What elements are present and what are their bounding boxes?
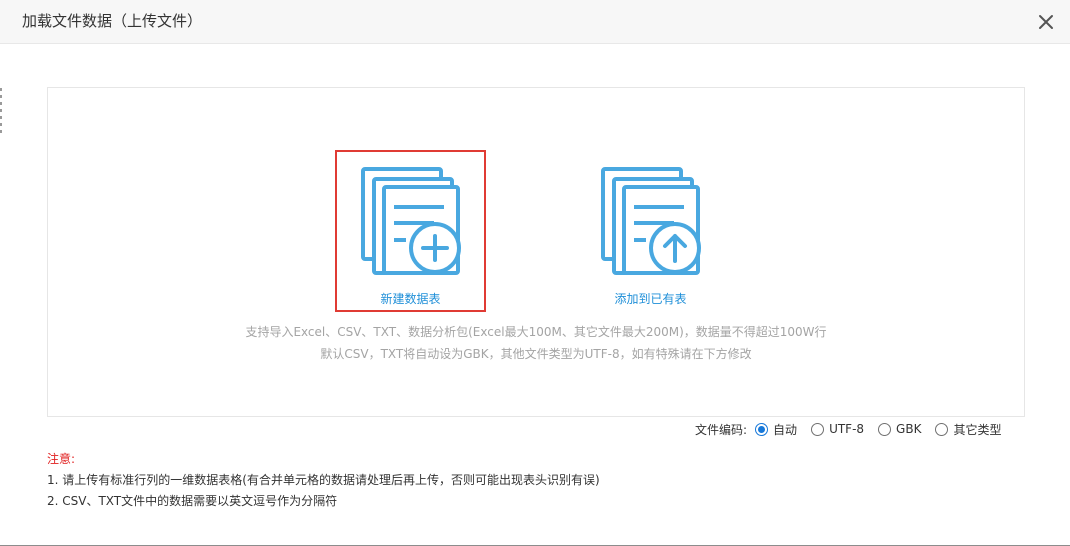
file-encoding-label: 文件编码: bbox=[695, 422, 748, 437]
note-item: 1. 请上传有标准行列的一维数据表格(有合并单元格的数据请处理后再上传，否则可能… bbox=[47, 473, 600, 487]
load-file-dialog: 加载文件数据（上传文件） 新建数据表 添加到已有表 支持导入Excel、CSV、… bbox=[0, 0, 1070, 546]
encoding-auto-option[interactable]: 自动 bbox=[755, 421, 797, 438]
file-encoding-selector: 文件编码: 自动 UTF-8 GBK 其它类型 bbox=[695, 420, 1015, 438]
close-icon[interactable] bbox=[1034, 10, 1058, 34]
encoding-gbk-option[interactable]: GBK bbox=[878, 422, 921, 436]
encoding-other-option[interactable]: 其它类型 bbox=[935, 421, 1001, 438]
new-table-label: 新建数据表 bbox=[380, 292, 441, 306]
radio-icon[interactable] bbox=[878, 422, 892, 436]
append-table-option[interactable]: 添加到已有表 bbox=[575, 150, 726, 312]
new-table-icon bbox=[361, 167, 461, 275]
encoding-auto-label: 自动 bbox=[773, 422, 798, 437]
upload-notes: 注意: 1. 请上传有标准行列的一维数据表格(有合并单元格的数据请处理后再上传，… bbox=[47, 449, 600, 512]
dialog-title: 加载文件数据（上传文件） bbox=[22, 12, 203, 30]
note-item: 2. CSV、TXT文件中的数据需要以英文逗号作为分隔符 bbox=[47, 494, 338, 508]
new-table-option[interactable]: 新建数据表 bbox=[335, 150, 486, 312]
upload-area[interactable]: 新建数据表 添加到已有表 支持导入Excel、CSV、TXT、数据分析包(Exc… bbox=[47, 87, 1025, 417]
encoding-gbk-label: GBK bbox=[896, 422, 922, 436]
radio-selected-dot bbox=[758, 425, 766, 433]
supported-formats-text: 支持导入Excel、CSV、TXT、数据分析包(Excel最大100M、其它文件… bbox=[245, 325, 827, 339]
default-encoding-text: 默认CSV，TXT将自动设为GBK，其他文件类型为UTF-8，如有特殊请在下方修… bbox=[320, 347, 752, 361]
encoding-utf8-option[interactable]: UTF-8 bbox=[811, 422, 864, 436]
radio-icon[interactable] bbox=[935, 422, 949, 436]
background-edge bbox=[0, 88, 2, 136]
radio-icon[interactable] bbox=[811, 422, 825, 436]
append-table-label: 添加到已有表 bbox=[614, 292, 687, 306]
notes-title: 注意: bbox=[47, 452, 76, 466]
radio-icon[interactable] bbox=[755, 422, 769, 436]
append-table-icon bbox=[601, 167, 701, 275]
encoding-other-label: 其它类型 bbox=[953, 422, 1002, 437]
encoding-utf8-label: UTF-8 bbox=[829, 422, 865, 436]
dialog-header: 加载文件数据（上传文件） bbox=[0, 0, 1070, 44]
